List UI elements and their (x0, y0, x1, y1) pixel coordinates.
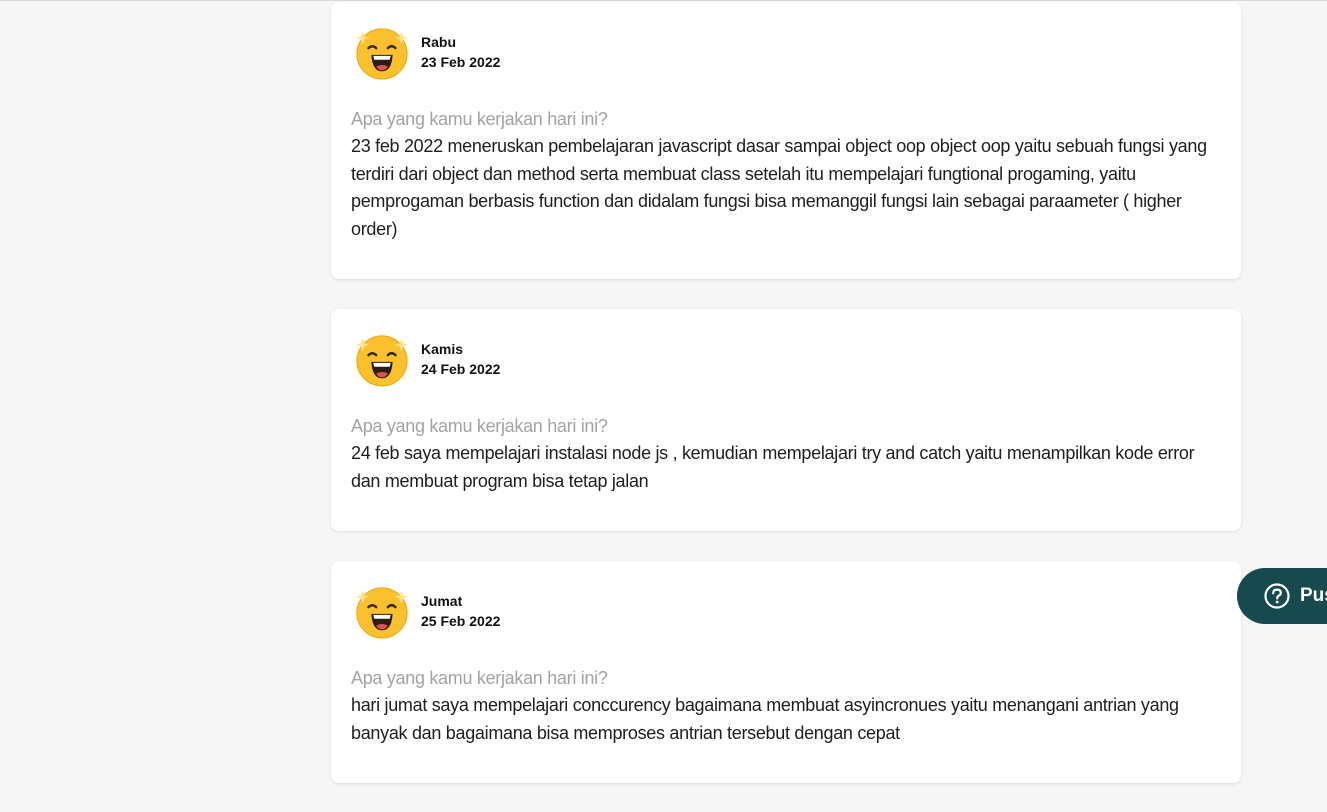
journal-entry-card: Jumat 25 Feb 2022 Apa yang kamu kerjakan… (331, 561, 1241, 783)
entry-date: 24 Feb 2022 (421, 361, 501, 377)
entry-day: Rabu (421, 34, 456, 50)
grinning-face-with-stars-icon (355, 335, 409, 387)
entry-meta: Rabu 23 Feb 2022 (421, 32, 500, 72)
entry-answer: 24 feb saya mempelajari instalasi node j… (351, 443, 1195, 491)
entry-answer: hari jumat saya mempelajari conccurency … (351, 695, 1179, 743)
entry-date: 25 Feb 2022 (421, 613, 501, 629)
entry-day: Kamis (421, 341, 464, 357)
help-button[interactable]: Pus (1237, 568, 1327, 624)
entry-meta: Kamis 24 Feb 2022 (421, 339, 500, 379)
grinning-face-with-stars-icon (355, 587, 409, 639)
entry-header: Rabu 23 Feb 2022 (351, 24, 1221, 80)
grinning-face-with-stars-icon (355, 28, 409, 80)
top-divider (0, 0, 1327, 1)
entry-header: Jumat 25 Feb 2022 (351, 583, 1221, 639)
help-button-label: Pus (1300, 585, 1327, 606)
entry-date: 23 Feb 2022 (421, 54, 501, 70)
entry-meta: Jumat 25 Feb 2022 (421, 591, 500, 631)
entry-day: Jumat (421, 593, 463, 609)
entry-question: Apa yang kamu kerjakan hari ini? (351, 109, 608, 129)
journal-feed: Rabu 23 Feb 2022 Apa yang kamu kerjakan … (331, 2, 1241, 783)
entry-question: Apa yang kamu kerjakan hari ini? (351, 416, 608, 436)
entry-header: Kamis 24 Feb 2022 (351, 331, 1221, 387)
journal-entry-card: Kamis 24 Feb 2022 Apa yang kamu kerjakan… (331, 309, 1241, 531)
journal-entry-card: Rabu 23 Feb 2022 Apa yang kamu kerjakan … (331, 2, 1241, 279)
entry-answer: 23 feb 2022 meneruskan pembelajaran java… (351, 136, 1207, 239)
entry-question: Apa yang kamu kerjakan hari ini? (351, 668, 608, 688)
question-circle-icon (1264, 583, 1290, 609)
